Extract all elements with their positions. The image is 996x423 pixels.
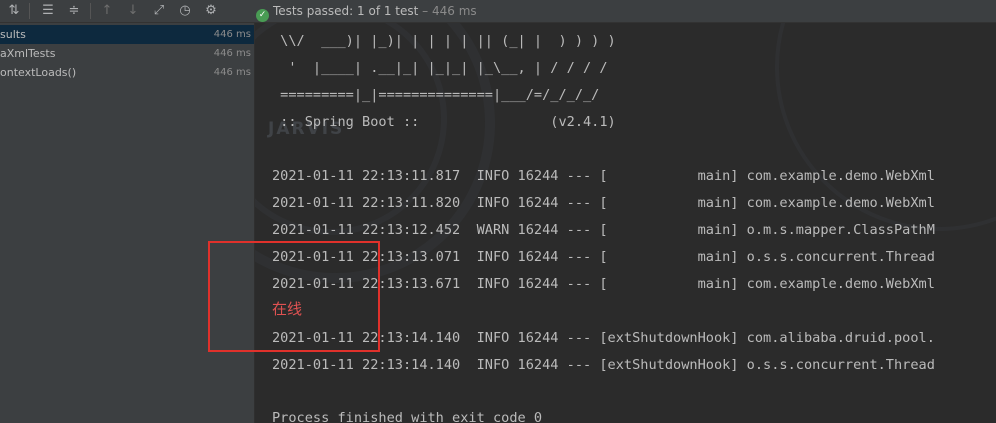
status-label: Tests passed: (273, 4, 358, 18)
tree-item-class[interactable]: aXmlTests 446 ms (0, 44, 254, 63)
next-failed-icon[interactable]: ↓ (125, 3, 141, 19)
log-line: 2021-01-11 22:13:11.820 INFO 16244 --- [… (272, 195, 935, 211)
tree-item-results[interactable]: sults 446 ms (0, 25, 254, 44)
expand-all-icon[interactable]: ☰ (40, 3, 56, 19)
check-icon: ✓ (256, 9, 269, 22)
banner-line: ' |____| .__|_| |_|_| |_\__, | / / / / (272, 60, 608, 76)
status-count: 1 of 1 test (357, 4, 419, 18)
settings-icon[interactable]: ⚙ (203, 3, 219, 19)
red-highlight-box (208, 241, 380, 352)
tree-item-label: ontextLoads() (0, 66, 77, 79)
log-line: 2021-01-11 22:13:12.452 WARN 16244 --- [… (272, 222, 935, 238)
tree-item-label: aXmlTests (0, 47, 56, 60)
tree-item-time: 446 ms (213, 67, 251, 78)
banner-line: :: Spring Boot :: (v2.4.1) (272, 114, 616, 130)
status-time: – 446 ms (418, 4, 477, 18)
console-output[interactable]: JARVIS \\/ ___)| |_)| | | | | || (_| | )… (255, 23, 996, 423)
toolbar-separator (90, 3, 91, 19)
tree-item-time: 446 ms (213, 29, 251, 40)
banner-line: \\/ ___)| |_)| | | | | || (_| | ) ) ) ) (272, 33, 616, 49)
tree-item-time: 446 ms (213, 48, 251, 59)
toolbar-separator (29, 3, 30, 19)
tree-item-label: sults (0, 28, 26, 41)
exit-code-line: Process finished with exit code 0 (272, 410, 543, 423)
banner-line: =========|_|==============|___/=/_/_/_/ (272, 87, 600, 103)
test-runner-toolbar: ⇅ ☰ ≑ ↑ ↓ ⤢ ◷ ⚙ ✓ Tests passed: 1 of 1 te… (0, 0, 996, 23)
tree-item-method[interactable]: ontextLoads() 446 ms (0, 63, 254, 82)
log-line: 2021-01-11 22:13:11.817 INFO 16244 --- [… (272, 168, 935, 184)
previous-failed-icon[interactable]: ↑ (99, 3, 115, 19)
sort-icon[interactable]: ⇅ (6, 3, 22, 19)
export-icon[interactable]: ⤢ (151, 3, 167, 19)
history-icon[interactable]: ◷ (177, 3, 193, 19)
log-line: 2021-01-11 22:13:14.140 INFO 16244 --- [… (272, 357, 935, 373)
test-status: ✓ Tests passed: 1 of 1 test – 446 ms (256, 3, 477, 22)
collapse-all-icon[interactable]: ≑ (66, 3, 82, 19)
test-tree: sults 446 ms aXmlTests 446 ms ontextLoad… (0, 23, 255, 423)
